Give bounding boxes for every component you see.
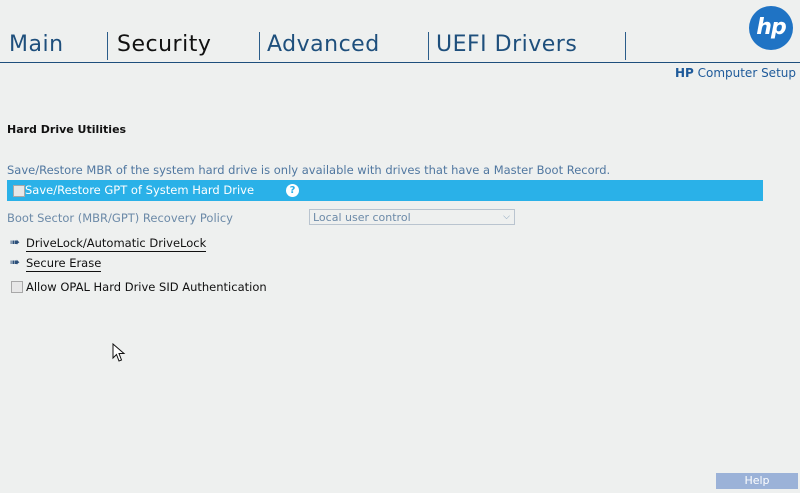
chevron-down-icon: ⌵ [503, 212, 510, 222]
opal-sid-label: Allow OPAL Hard Drive SID Authentication [26, 280, 267, 294]
recovery-policy-value: Local user control [313, 211, 411, 224]
tab-separator [259, 32, 260, 60]
drivelock-label: DriveLock/Automatic DriveLock [26, 236, 207, 252]
help-button[interactable]: Help [716, 473, 798, 489]
mouse-cursor-icon [112, 343, 126, 362]
tab-uefi-drivers[interactable]: UEFI Drivers [436, 28, 577, 62]
opal-sid-checkbox[interactable] [11, 281, 23, 293]
arrow-right-icon: ➠ [10, 255, 21, 269]
subtitle-text: Computer Setup [693, 66, 796, 80]
header-divider [0, 62, 800, 63]
tab-separator [107, 32, 108, 60]
save-restore-gpt-label: Save/Restore GPT of System Hard Drive [25, 183, 255, 197]
tab-security[interactable]: Security [117, 28, 211, 62]
app-subtitle: HP Computer Setup [675, 66, 796, 80]
recovery-policy-select[interactable]: Local user control ⌵ [309, 209, 515, 225]
tab-bar: Main Security Advanced UEFI Drivers [0, 28, 740, 62]
recovery-policy-label: Boot Sector (MBR/GPT) Recovery Policy [7, 211, 233, 225]
save-restore-gpt-checkbox[interactable] [13, 185, 25, 197]
mbr-info-text: Save/Restore MBR of the system hard driv… [7, 163, 611, 177]
tab-advanced[interactable]: Advanced [267, 28, 380, 62]
save-restore-gpt-row[interactable]: Save/Restore GPT of System Hard Drive ? [7, 180, 763, 201]
subtitle-brand: HP [674, 66, 694, 80]
secure-erase-label: Secure Erase [26, 256, 102, 272]
hp-logo: hp [749, 6, 793, 50]
tab-main[interactable]: Main [9, 28, 64, 62]
arrow-right-icon: ➠ [10, 235, 21, 249]
help-question-icon[interactable]: ? [286, 184, 299, 197]
tab-separator [625, 32, 626, 60]
page-title: Hard Drive Utilities [7, 123, 127, 136]
tab-separator [428, 32, 429, 60]
